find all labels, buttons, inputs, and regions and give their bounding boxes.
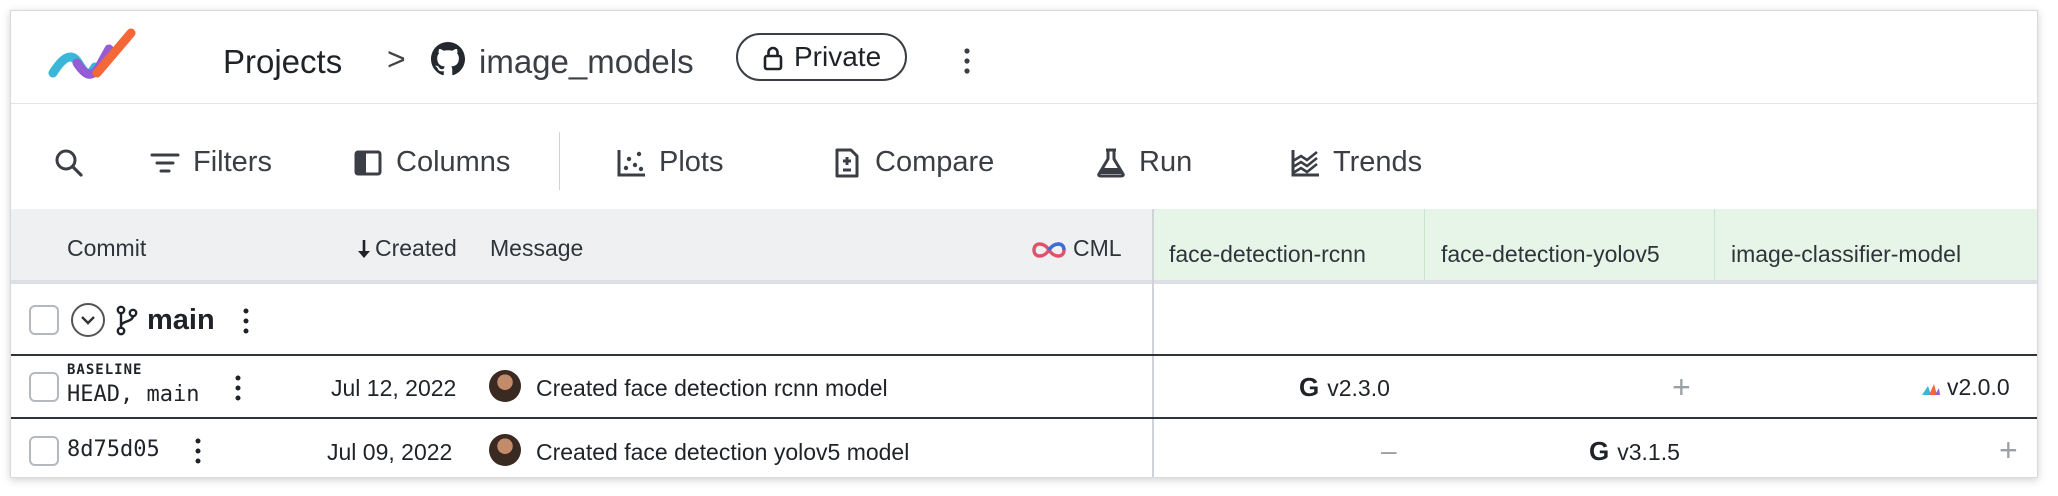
column-header-message[interactable]: Message <box>490 235 583 262</box>
model-version-cell[interactable]: Gv2.3.0 <box>1299 372 1390 403</box>
run-label: Run <box>1139 146 1193 178</box>
chevron-down-icon <box>81 316 95 325</box>
trends-icon <box>1291 150 1319 177</box>
column-header-created-label: Created <box>375 235 457 261</box>
column-header-model-1[interactable]: face-detection-rcnn <box>1152 209 1424 280</box>
row-checkbox[interactable] <box>29 372 59 402</box>
search-icon <box>55 149 83 177</box>
model-version-cell[interactable]: v2.0.0 <box>1921 374 2010 401</box>
app-window: Projects > image_models Private Filters … <box>10 10 2038 478</box>
git-branch-icon <box>116 305 138 336</box>
commit-message: Created face detection rcnn model <box>536 375 888 401</box>
column-header-cml[interactable]: CML <box>1031 235 1122 262</box>
breadcrumb-separator: > <box>387 41 406 77</box>
plots-icon <box>617 150 645 177</box>
row-more-icon[interactable] <box>233 375 243 401</box>
columns-icon <box>354 150 382 176</box>
trends-button[interactable]: Trends <box>1289 145 1439 179</box>
top-header: Projects > image_models Private <box>11 11 2037 104</box>
search-button[interactable] <box>53 145 87 179</box>
avatar <box>489 370 521 402</box>
table-row[interactable]: 8d75d05 Jul 09, 2022 Created face detect… <box>11 419 2037 477</box>
row-more-icon[interactable] <box>193 438 203 464</box>
commit-ref[interactable]: HEAD, main <box>67 382 199 407</box>
lock-icon <box>763 46 783 71</box>
column-header-created[interactable]: Created <box>357 235 457 262</box>
compare-label: Compare <box>875 146 995 178</box>
collapse-branch-button[interactable] <box>71 303 105 337</box>
flask-icon <box>1097 148 1125 178</box>
model-version: v2.3.0 <box>1327 375 1390 401</box>
columns-label: Columns <box>396 146 511 178</box>
model-version: v2.0.0 <box>1947 374 2010 400</box>
column-header-commit[interactable]: Commit <box>67 235 146 262</box>
created-date: Jul 09, 2022 <box>327 439 453 465</box>
row-checkbox[interactable] <box>29 436 59 466</box>
run-button[interactable]: Run <box>1095 145 1205 179</box>
column-header-model-2[interactable]: face-detection-yolov5 <box>1424 209 1714 280</box>
branch-checkbox[interactable] <box>29 305 59 335</box>
plots-button[interactable]: Plots <box>615 145 745 179</box>
column-header-model-3[interactable]: image-classifier-model <box>1714 209 2037 280</box>
compare-icon <box>835 148 859 178</box>
trends-label: Trends <box>1333 146 1423 178</box>
toolbar-divider <box>559 132 560 190</box>
branch-more-icon[interactable] <box>241 308 251 334</box>
commit-message: Created face detection yolov5 model <box>536 439 910 465</box>
stage-logo-icon <box>1922 383 1940 395</box>
filters-label: Filters <box>193 146 272 178</box>
sort-descending-icon <box>358 240 370 258</box>
more-options-icon[interactable] <box>961 47 973 75</box>
filter-icon <box>150 153 180 173</box>
gto-g-icon: G <box>1589 436 1610 466</box>
avatar <box>489 434 521 466</box>
repo-name[interactable]: image_models <box>479 43 694 81</box>
toolbar: Filters Columns Plots Compare Run Trends <box>11 105 2037 218</box>
branch-name[interactable]: main <box>147 304 215 337</box>
visibility-badge: Private <box>736 33 908 81</box>
gto-g-icon: G <box>1299 372 1320 402</box>
filters-button[interactable]: Filters <box>149 145 289 179</box>
table-row[interactable]: BASELINE HEAD, main Jul 12, 2022 Created… <box>11 356 2037 419</box>
commit-ref[interactable]: 8d75d05 <box>67 437 160 462</box>
add-version-icon[interactable]: + <box>1672 371 1691 403</box>
plots-label: Plots <box>659 146 724 178</box>
visibility-badge-label: Private <box>794 41 882 72</box>
column-header-cml-label: CML <box>1073 235 1122 261</box>
github-icon <box>431 42 465 76</box>
columns-button[interactable]: Columns <box>352 145 522 179</box>
created-date: Jul 12, 2022 <box>331 375 457 401</box>
empty-cell-dash: – <box>1381 435 1397 466</box>
model-version: v3.1.5 <box>1617 439 1680 465</box>
branch-row: main <box>11 284 2037 356</box>
compare-button[interactable]: Compare <box>831 145 1001 179</box>
table-header: Commit Created Message CML face-detectio… <box>11 209 2037 284</box>
add-version-icon[interactable]: + <box>1999 434 2018 466</box>
breadcrumb-projects[interactable]: Projects <box>223 43 342 81</box>
model-version-cell[interactable]: Gv3.1.5 <box>1589 436 1680 467</box>
baseline-tag: BASELINE <box>67 362 143 378</box>
infinity-icon <box>1032 242 1066 258</box>
app-logo[interactable] <box>47 27 139 89</box>
